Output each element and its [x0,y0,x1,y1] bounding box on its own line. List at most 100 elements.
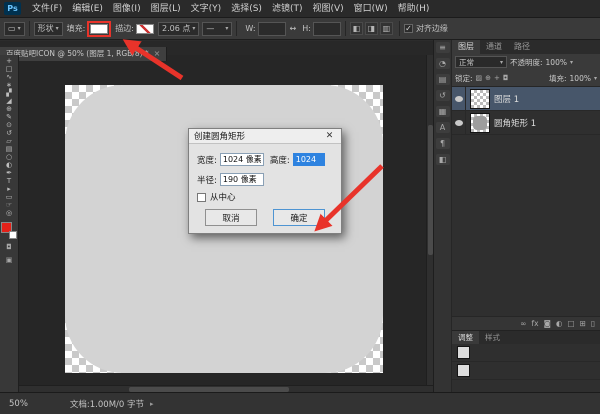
screen-mode-icon[interactable]: ▣ [1,255,18,265]
tab-adjustments[interactable]: 调整 [452,331,479,344]
menu-help[interactable]: 帮助(H) [393,0,435,18]
lock-transparency-icon[interactable]: ▨ [476,74,483,82]
document-tab[interactable]: 百度贴吧ICON @ 50% (图层 1, RGB/8) * × [0,46,168,61]
delete-layer-icon[interactable]: ▯ [591,319,595,328]
history-panel-icon[interactable]: ↺ [435,90,450,101]
brush-tool-icon[interactable]: ✎ [1,113,18,121]
gradient-panel-icon[interactable]: ▤ [435,74,450,85]
layer-group-icon[interactable]: □ [567,319,574,328]
blur-tool-icon[interactable]: ○ [1,153,18,161]
type-tool-icon[interactable]: T [1,177,18,185]
quick-mask-icon[interactable]: ◘ [1,242,18,252]
info-panel-icon[interactable]: ▦ [435,106,450,117]
crop-tool-icon[interactable]: ▞ [1,89,18,97]
zoom-level[interactable]: 50% [9,399,28,409]
move-tool-icon[interactable]: + [1,57,18,65]
from-center-checkbox[interactable] [197,192,206,202]
layer-thumbnail[interactable] [470,88,490,109]
wh-link-icon[interactable]: ↔ [290,24,297,33]
layer-visibility-toggle[interactable] [452,87,466,110]
status-options-arrow-icon[interactable]: ▸ [150,400,154,408]
eyedropper-tool-icon[interactable]: ◢ [1,97,18,105]
dialog-title-bar[interactable]: 创建圆角矩形 ✕ [189,129,341,144]
lock-pixels-icon[interactable]: ⊕ [485,74,491,82]
character-panel-icon[interactable]: A [435,122,450,133]
paragraph-panel-icon[interactable]: ¶ [435,138,450,149]
tab-layers[interactable]: 图层 [452,40,480,54]
layer-name[interactable]: 圆角矩形 1 [494,117,536,129]
blend-mode-dropdown[interactable]: 正常 ▾ [455,56,507,68]
preset-row[interactable] [452,344,600,362]
hand-tool-icon[interactable]: ☞ [1,201,18,209]
close-icon[interactable]: ✕ [323,131,336,141]
shape-height-field[interactable] [312,21,341,36]
new-layer-icon[interactable]: ⊞ [580,319,586,328]
path-arrange-icon[interactable]: ▥ [379,22,393,35]
layer-effects-icon[interactable]: fx [532,319,539,328]
path-selection-tool-icon[interactable]: ▸ [1,185,18,193]
shape-width-field[interactable] [257,21,286,36]
tool-preset-picker[interactable]: ▭ ▾ [4,21,25,36]
adjustment-layer-icon[interactable]: ◐ [556,319,563,328]
menu-image[interactable]: 图像(I) [108,0,146,18]
zoom-tool-icon[interactable]: ◎ [1,209,18,217]
tab-styles[interactable]: 样式 [479,331,506,344]
layer-name[interactable]: 图层 1 [494,93,519,105]
clone-stamp-tool-icon[interactable]: ⊙ [1,121,18,129]
link-layers-icon[interactable]: ∞ [520,319,526,328]
menu-view[interactable]: 视图(V) [307,0,348,18]
vertical-scrollbar[interactable] [426,55,433,385]
layer-mask-icon[interactable]: ◙ [544,319,551,328]
menu-filter[interactable]: 滤镜(T) [267,0,308,18]
layer-visibility-toggle[interactable] [452,111,466,134]
layer-fill-value[interactable]: 100% [570,74,591,83]
eraser-tool-icon[interactable]: ▱ [1,137,18,145]
dodge-tool-icon[interactable]: ◐ [1,161,18,169]
history-brush-tool-icon[interactable]: ↺ [1,129,18,137]
swatches-panel-icon[interactable]: ◧ [435,154,450,165]
pen-tool-icon[interactable]: ✒ [1,169,18,177]
chevron-down-icon: ▾ [55,25,59,32]
stroke-width-field[interactable]: 2.06 点 ▾ [158,21,200,36]
marquee-tool-icon[interactable]: □ [1,65,18,73]
align-edges-checkbox[interactable]: ✓ [403,24,413,33]
path-alignment-icon[interactable]: ◨ [364,22,378,35]
menu-layer[interactable]: 图层(L) [146,0,186,18]
menu-type[interactable]: 文字(Y) [186,0,227,18]
path-operations-icon[interactable]: ◧ [349,22,363,35]
dialog-width-input[interactable] [219,153,264,166]
lasso-tool-icon[interactable]: ∿ [1,73,18,81]
healing-brush-tool-icon[interactable]: ⊕ [1,105,18,113]
background-color-swatch[interactable] [9,231,17,239]
layer-row-rounded-rect[interactable]: 圆角矩形 1 [452,111,600,135]
stroke-color-swatch[interactable] [136,23,154,34]
menu-window[interactable]: 窗口(W) [349,0,393,18]
lock-all-icon[interactable]: ◘ [503,74,509,82]
tab-channels[interactable]: 通道 [480,40,508,54]
menu-file[interactable]: 文件(F) [27,0,67,18]
tool-mode-dropdown[interactable]: 形状 ▾ [33,21,63,36]
fill-color-swatch[interactable] [90,23,109,34]
histogram-panel-icon[interactable]: ◔ [435,58,450,69]
opacity-value[interactable]: 100% [546,58,567,67]
gradient-tool-icon[interactable]: ▤ [1,145,18,153]
shape-tool-icon[interactable]: ▭ [1,193,18,201]
tool-options-bar: ▭ ▾ 形状 ▾ 填充: 描边: 2.06 点 ▾ — ▾ W: ↔ H: ◧ … [0,18,600,40]
layer-row-layer-1[interactable]: 图层 1 [452,87,600,111]
magic-wand-tool-icon[interactable]: ∗ [1,81,18,89]
ok-button[interactable]: 确定 [273,209,325,226]
dialog-height-input[interactable] [292,153,325,166]
preset-row[interactable] [452,362,600,380]
layer-thumbnail[interactable] [470,112,490,133]
properties-panel-icon[interactable]: ≡ [435,42,450,53]
stroke-style-dropdown[interactable]: — ▾ [202,21,233,36]
chevron-down-icon: ▾ [17,25,21,32]
menu-select[interactable]: 选择(S) [226,0,267,18]
tab-paths[interactable]: 路径 [508,40,536,54]
menu-edit[interactable]: 编辑(E) [67,0,108,18]
close-icon[interactable]: × [154,49,161,58]
dialog-radius-input[interactable] [219,173,264,186]
cancel-button[interactable]: 取消 [205,209,257,226]
horizontal-scrollbar[interactable] [19,385,433,392]
lock-position-icon[interactable]: + [494,74,500,82]
